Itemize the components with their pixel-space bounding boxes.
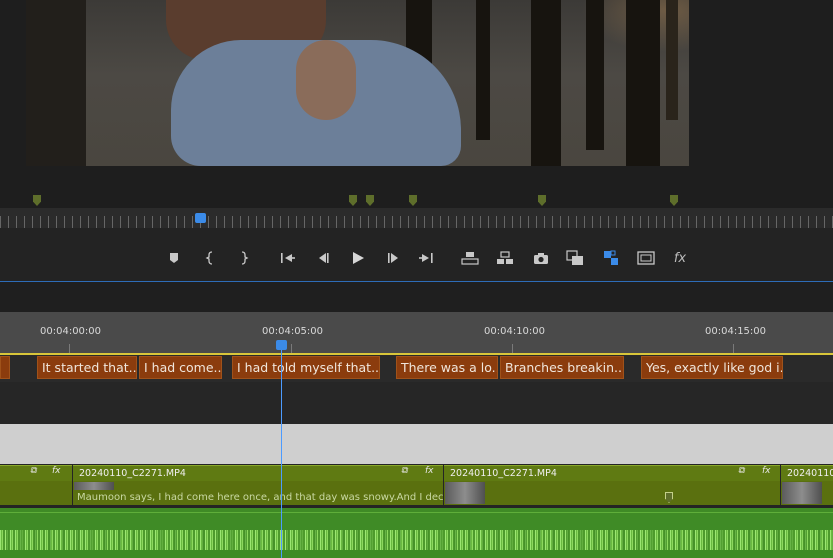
timecode-label: 00:04:10:00 [484, 326, 546, 337]
video-clip-header[interactable]: 20240110_C2271.MP4 [444, 465, 780, 481]
go-to-out-button[interactable] [416, 249, 436, 267]
fx-icon: fx [52, 466, 61, 476]
export-frame-button[interactable] [531, 249, 551, 267]
comparison-view-button[interactable] [565, 249, 585, 267]
caption-clip[interactable]: Yes, exactly like god i... [641, 356, 783, 379]
video-clip-header[interactable]: 20240110_... [781, 465, 833, 481]
empty-track [0, 382, 833, 424]
lift-icon [461, 252, 479, 265]
mark-in-button[interactable] [201, 249, 221, 267]
caption-clip[interactable]: There was a lo... [396, 356, 498, 379]
caption-clip[interactable]: I had come... [139, 356, 222, 379]
video-clip[interactable] [0, 481, 72, 505]
fx-icon: fx [425, 466, 434, 476]
clip-link-icon: ⧉ [401, 466, 408, 476]
video-preview-frame[interactable] [26, 0, 689, 166]
step-back-button[interactable] [313, 249, 333, 267]
clip-thumbnail [445, 482, 485, 504]
caption-track-bar [0, 353, 833, 355]
add-marker-button[interactable] [164, 249, 184, 267]
fx-icon: fx [673, 250, 687, 266]
safe-margins-button[interactable] [636, 249, 656, 267]
step-back-icon [319, 253, 329, 263]
caption-clip[interactable]: It started that... [37, 356, 137, 379]
video-clip-header[interactable]: 20240110_C2271.MP4 [73, 465, 443, 481]
mark-out-button[interactable] [233, 249, 253, 267]
timecode-label: 00:04:00:00 [40, 326, 102, 337]
timeline-header-bar [0, 282, 833, 312]
step-forward-button[interactable] [384, 249, 404, 267]
clip-name: 20240110_... [787, 468, 833, 479]
monitor-playhead[interactable] [195, 213, 206, 223]
comparison-icon [566, 250, 583, 265]
clip-thumbnail [782, 482, 822, 504]
extract-icon [497, 251, 513, 264]
adjustment-track [0, 424, 833, 464]
timecode-label: 00:04:15:00 [705, 326, 767, 337]
clip-thumbnail [74, 482, 114, 490]
caption-clip[interactable]: I had told myself that... [232, 356, 380, 379]
go-to-in-button[interactable] [278, 249, 298, 267]
monitor-time-ruler[interactable] [0, 208, 833, 228]
clip-link-icon: ⧉ [738, 466, 745, 476]
camera-icon [534, 252, 548, 264]
timeline-playhead[interactable] [276, 340, 287, 350]
mark-in-icon [205, 251, 213, 265]
play-icon [353, 252, 364, 264]
timeline-playhead-line [281, 344, 282, 558]
video-clip[interactable] [444, 481, 780, 505]
step-forward-icon [388, 253, 398, 263]
clip-name: 20240110_C2271.MP4 [450, 468, 557, 479]
clip-link-icon: ⧉ [30, 466, 37, 476]
clip-transcript: Maumoon says, I had come here once, and … [77, 492, 443, 503]
caption-clip[interactable] [0, 356, 10, 379]
proxy-icon [604, 250, 618, 265]
play-button[interactable] [348, 249, 368, 267]
timecode-label: 00:04:05:00 [262, 326, 324, 337]
clip-name: 20240110_C2271.MP4 [79, 468, 186, 479]
safe-margins-icon [637, 251, 655, 265]
mark-out-icon [241, 251, 249, 265]
marker-icon [170, 253, 178, 263]
caption-clip[interactable]: Branches breakin... [500, 356, 624, 379]
effects-button[interactable]: fx [670, 249, 690, 267]
go-to-in-icon [281, 253, 295, 263]
lift-button[interactable] [460, 249, 480, 267]
proxy-toggle-button[interactable] [601, 249, 621, 267]
fx-icon: fx [762, 466, 771, 476]
go-to-out-icon [419, 253, 433, 263]
extract-button[interactable] [495, 249, 515, 267]
